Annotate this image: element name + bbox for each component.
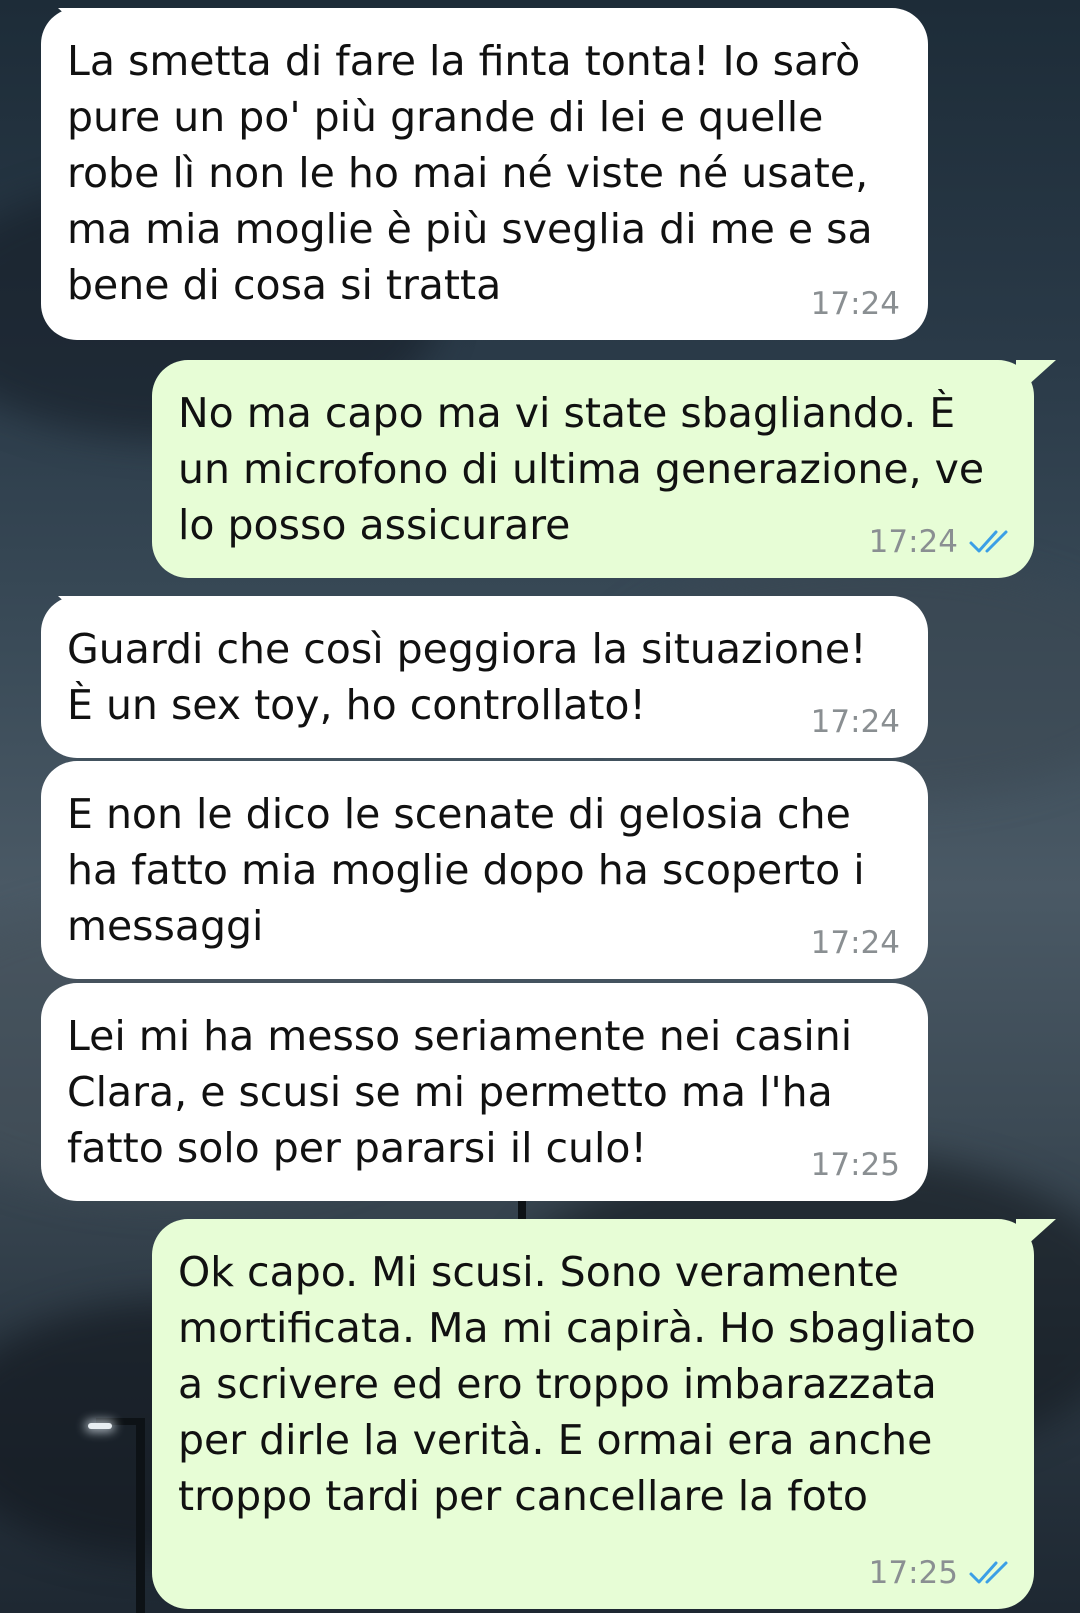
incoming-message-bubble[interactable]: La smetta di fare la finta tonta! Io sar… [41, 8, 928, 340]
message-meta: 17:25 [869, 1555, 1012, 1591]
message-timestamp: 17:25 [868, 1555, 958, 1591]
message-meta: 17:24 [811, 925, 900, 961]
incoming-message-bubble[interactable]: Guardi che così peggiora la situazione! … [41, 596, 928, 758]
message-meta: 17:24 [811, 286, 900, 322]
outgoing-message-bubble[interactable]: No ma capo ma vi state sbagliando. È un … [152, 360, 1056, 578]
bubble-tail [1016, 360, 1056, 396]
outgoing-message-bubble[interactable]: Ok capo. Mi scusi. Sono veramente mortif… [152, 1219, 1056, 1609]
message-timestamp: 17:25 [810, 1147, 900, 1183]
double-check-read-icon [969, 530, 1008, 553]
message-text: La smetta di fare la finta tonta! Io sar… [67, 37, 886, 309]
incoming-message-bubble[interactable]: Lei mi ha messo seriamente nei casini Cl… [41, 983, 928, 1201]
double-check-read-icon [969, 1561, 1008, 1584]
message-timestamp: 17:24 [810, 704, 900, 740]
message-meta: 17:24 [811, 704, 900, 740]
message-text: E non le dico le scenate di gelosia che … [67, 790, 878, 950]
message-timestamp: 17:24 [810, 286, 900, 322]
message-meta: 17:24 [869, 524, 1012, 560]
message-timestamp: 17:24 [868, 524, 958, 560]
message-meta: 17:25 [811, 1147, 900, 1183]
message-timestamp: 17:24 [810, 925, 900, 961]
message-text: Lei mi ha messo seriamente nei casini Cl… [67, 1012, 866, 1172]
message-text: Ok capo. Mi scusi. Sono veramente mortif… [178, 1248, 989, 1520]
bubble-tail [1016, 1219, 1056, 1255]
chat-conversation: La smetta di fare la finta tonta! Io sar… [0, 0, 1080, 1613]
message-text: Guardi che così peggiora la situazione! … [67, 625, 880, 729]
incoming-message-bubble[interactable]: E non le dico le scenate di gelosia che … [41, 761, 928, 979]
